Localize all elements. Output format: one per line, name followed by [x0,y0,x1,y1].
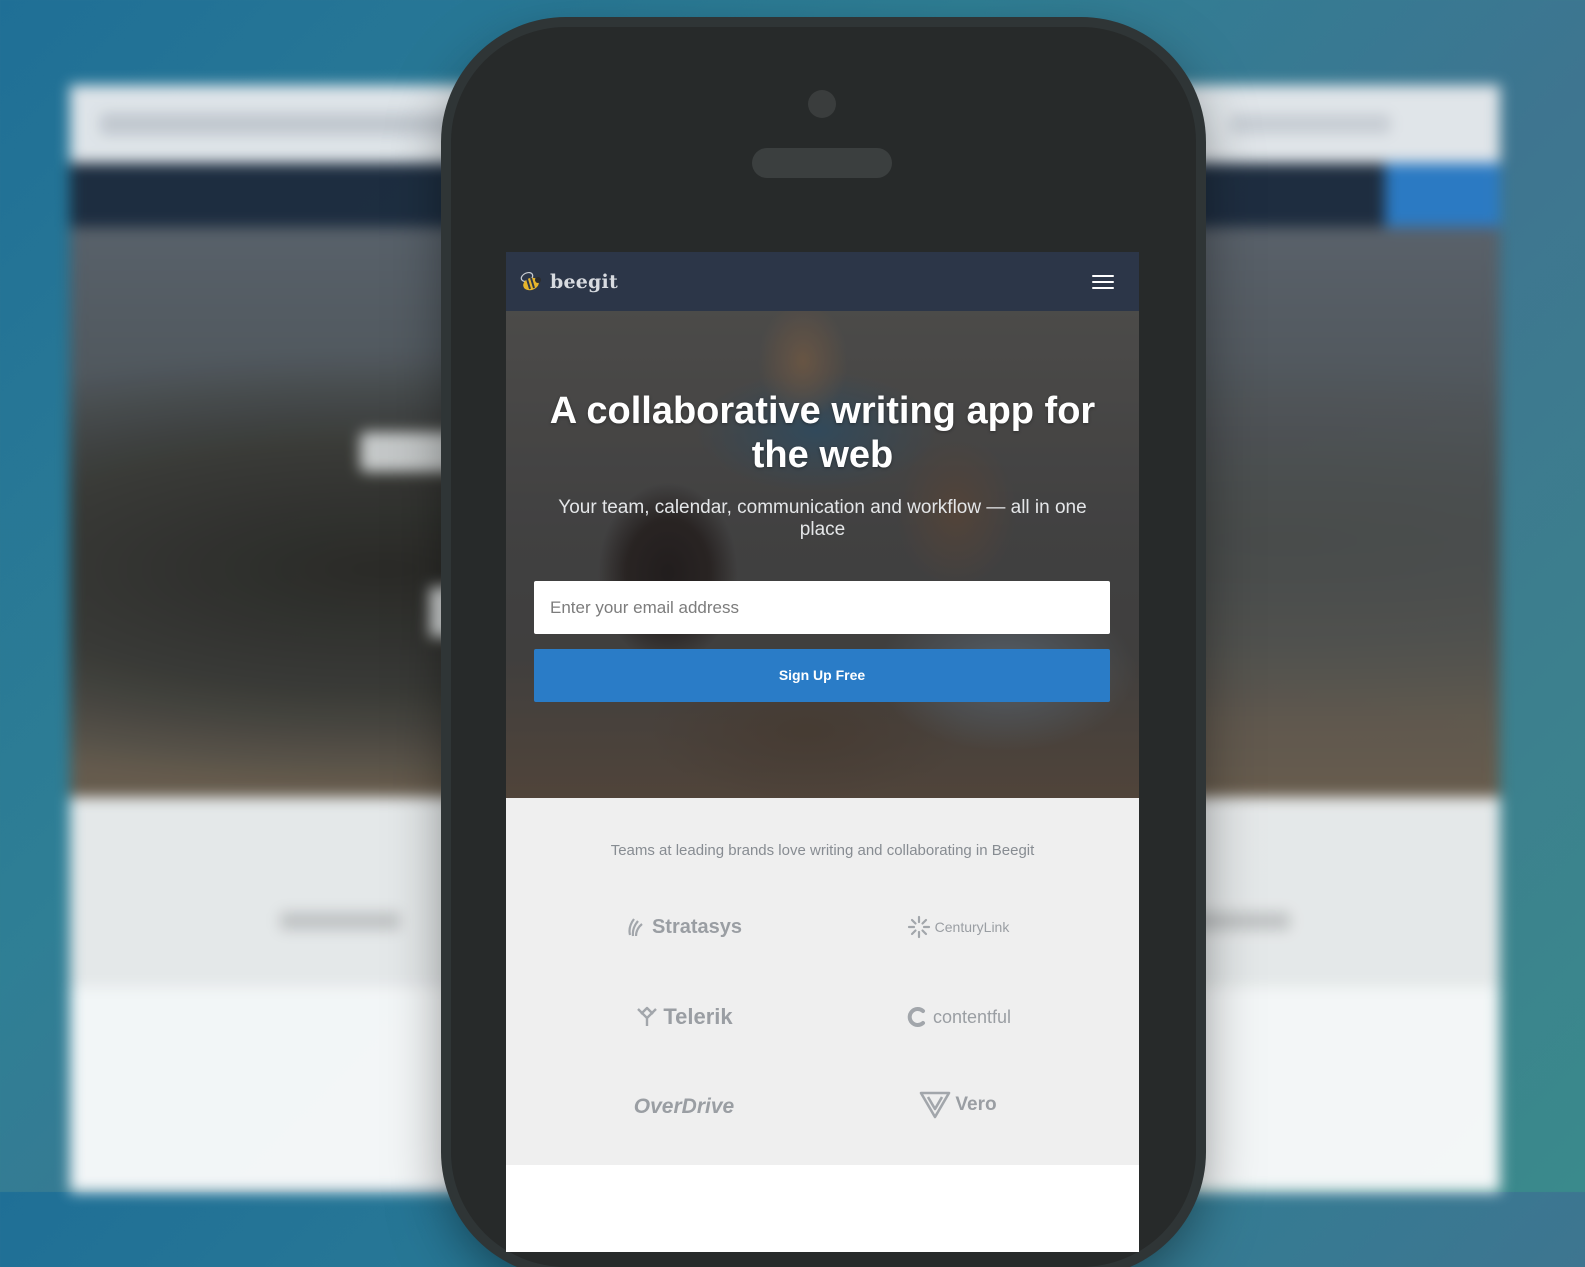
earpiece-speaker [752,148,892,178]
vero-logo-icon [919,1091,951,1119]
brand-logo-centurylink: CenturyLink [858,910,1058,944]
logo-text: beegit [550,271,618,293]
contentful-logo-icon [905,1005,929,1029]
stratasys-logo-icon [626,915,648,939]
top-nav-bar: beegit [506,252,1139,311]
bee-logo-icon [520,271,541,291]
centurylink-logo-icon [907,915,931,939]
telerik-logo-icon [635,1006,659,1028]
background-toolbar [1230,115,1390,133]
brand-logo-vero: Vero [858,1088,1058,1122]
overdrive-logo-icon: OverDrive [633,1095,735,1118]
brand-logos-section: Teams at leading brands love writing and… [506,798,1139,1165]
front-camera [808,90,836,118]
phone-screen: beegit A collaborative writing app for t… [506,252,1139,1252]
hero-photo-overlay [506,311,1139,798]
brand-logo-overdrive: OverDrive [584,1090,784,1124]
brand-logo-contentful: contentful [858,1000,1058,1034]
background-nav-button [1385,163,1500,227]
background-logo [1180,912,1290,930]
background-url-bar [100,113,480,135]
brand-logo-telerik: Telerik [584,1000,784,1034]
hamburger-menu-icon[interactable] [1087,268,1119,296]
email-input[interactable] [534,581,1110,634]
hero-title: A collaborative writing app for the web [549,390,1096,476]
background-logo [280,912,400,930]
beegit-logo[interactable]: beegit [518,269,618,295]
hero-subtitle: Your team, calendar, communication and w… [558,497,1087,540]
phone-device: beegit A collaborative writing app for t… [451,27,1196,1267]
sign-up-button[interactable]: Sign Up Free [534,649,1110,702]
brands-caption: Teams at leading brands love writing and… [610,842,1035,859]
brand-logo-stratasys: Stratasys [584,910,784,944]
hero-section: A collaborative writing app for the web … [506,311,1139,798]
